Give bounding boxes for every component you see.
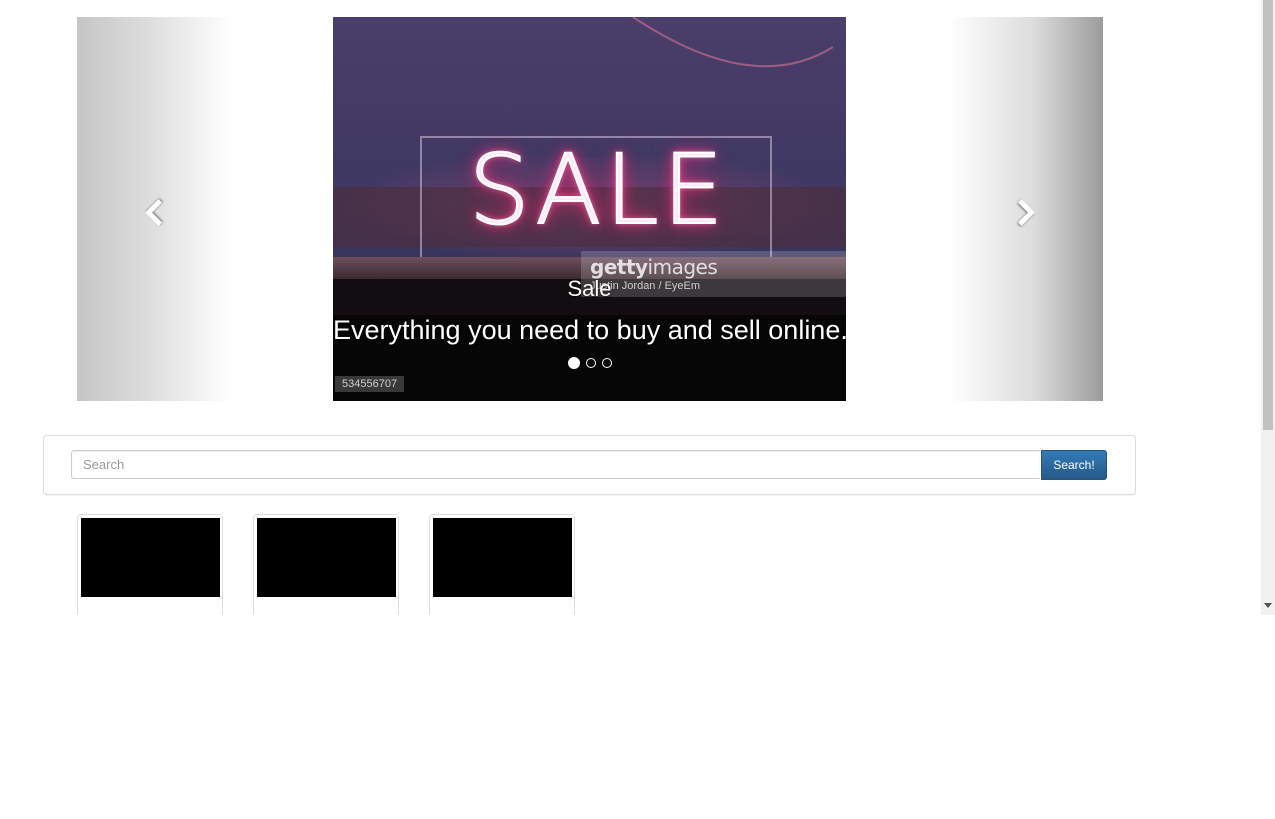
thumbnail-image[interactable] xyxy=(257,518,396,597)
thumbnail-image[interactable] xyxy=(433,518,572,597)
image-carousel: SALE gettyimages Justin Jordan / EyeEm S… xyxy=(77,17,1103,401)
carousel-next-button[interactable] xyxy=(949,17,1103,401)
page-viewport: SALE gettyimages Justin Jordan / EyeEm S… xyxy=(0,0,1275,615)
carousel-slide: SALE gettyimages Justin Jordan / EyeEm S… xyxy=(333,17,846,401)
carousel-caption-text: Everything you need to buy and sell onli… xyxy=(333,315,846,345)
scroll-down-arrow-icon[interactable] xyxy=(1264,603,1272,608)
blank-area xyxy=(0,615,1275,819)
carousel-prev-button[interactable] xyxy=(77,17,231,401)
chevron-left-icon xyxy=(145,199,172,226)
carousel-indicator-1[interactable] xyxy=(567,357,580,369)
thumbnail-card[interactable] xyxy=(77,514,223,615)
search-panel: Search! xyxy=(43,435,1136,495)
search-input[interactable] xyxy=(71,450,1040,479)
carousel-caption-title: Sale xyxy=(567,276,612,301)
vertical-scrollbar[interactable] xyxy=(1261,0,1275,615)
carousel-indicator-2[interactable] xyxy=(585,358,596,368)
image-id-label: 534556707 xyxy=(335,376,405,392)
carousel-indicators xyxy=(333,357,846,369)
thumbnail-card[interactable] xyxy=(429,514,575,615)
search-button[interactable]: Search! xyxy=(1041,450,1107,480)
carousel-indicator-3[interactable] xyxy=(601,358,612,368)
chevron-right-icon xyxy=(1008,199,1035,226)
scrollbar-thumb[interactable] xyxy=(1263,0,1273,430)
neon-sign-text: SALE xyxy=(468,134,728,246)
thumbnail-image[interactable] xyxy=(81,518,220,597)
thumbnail-card[interactable] xyxy=(253,514,399,615)
